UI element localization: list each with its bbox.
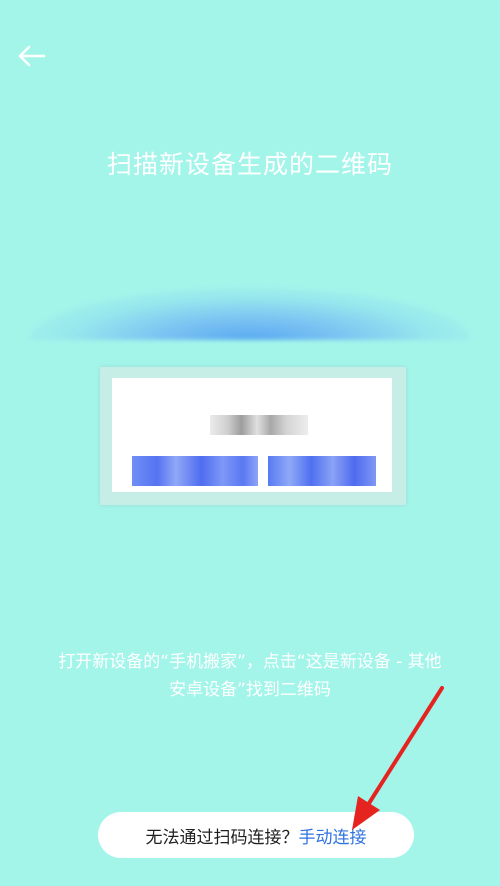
scan-beam-graphic (30, 288, 470, 340)
connect-question: 无法通过扫码连接？ (145, 827, 299, 848)
instruction-line-2: 安卓设备”找到二维码 (169, 680, 331, 700)
preview-illustration (100, 367, 406, 505)
blurred-device-name (210, 415, 308, 435)
instruction-line-1: 打开新设备的“手机搬家”，点击“这是新设备 - 其他 (58, 652, 442, 672)
manual-connect-pill: 无法通过扫码连接？ 手动连接 (98, 812, 414, 858)
blurred-button-left (132, 456, 258, 486)
back-button[interactable] (16, 42, 50, 70)
blurred-button-right (268, 456, 376, 486)
manual-connect-link[interactable]: 手动连接 (299, 823, 367, 848)
preview-card (112, 378, 392, 492)
page-title: 扫描新设备生成的二维码 (106, 150, 393, 179)
instruction-text: 打开新设备的“手机搬家”，点击“这是新设备 - 其他 安卓设备”找到二维码 (24, 648, 476, 704)
arrow-left-icon (18, 45, 46, 67)
